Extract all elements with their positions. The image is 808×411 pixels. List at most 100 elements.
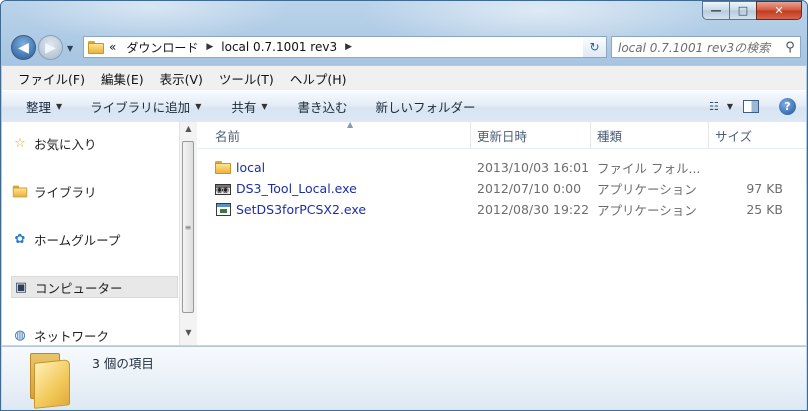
navigation-scrollbar[interactable]: ▲ ≡ ▼	[179, 122, 197, 345]
breadcrumb-current-folder[interactable]: local 0.7.1001 rev3	[216, 37, 342, 57]
star-icon: ☆	[14, 135, 26, 151]
file-size: 97 KB	[746, 181, 783, 196]
scroll-down-icon[interactable]: ▼	[180, 328, 197, 343]
scroll-up-icon[interactable]: ▲	[180, 124, 197, 139]
column-header-date[interactable]: 更新日時	[471, 122, 591, 148]
forward-button[interactable]: ▶	[38, 35, 63, 60]
minimize-button[interactable]: —	[702, 1, 729, 20]
explorer-window: — □ ✕ ◀ ▶ ▼ « ダウンロード ▶ local 0.7.1001 re…	[0, 0, 808, 411]
nav-item-homegroup[interactable]: ✿ ホームグループ	[12, 228, 174, 250]
nav-item-favorites[interactable]: ☆ お気に入り	[12, 132, 174, 154]
close-button[interactable]: ✕	[756, 1, 802, 20]
maximize-button[interactable]: □	[729, 1, 756, 20]
menu-edit[interactable]: 編集(E)	[93, 69, 152, 88]
address-row: ◀ ▶ ▼ « ダウンロード ▶ local 0.7.1001 rev3 ▶ ▼…	[9, 34, 801, 62]
file-row[interactable]: DS3_Tool_Local.exe 2012/07/10 0:00 アプリケー…	[197, 178, 797, 199]
nav-item-label: ホームグループ	[34, 232, 121, 248]
burn-label: 書き込む	[297, 100, 348, 115]
menu-view[interactable]: 表示(V)	[152, 69, 211, 88]
file-date: 2013/10/03 16:01	[477, 160, 590, 175]
file-name[interactable]: local	[215, 157, 265, 178]
chevron-down-icon: ▼	[261, 102, 268, 111]
file-name[interactable]: DS3_Tool_Local.exe	[215, 178, 357, 199]
computer-icon: ▣	[14, 279, 28, 295]
search-input[interactable]: local 0.7.1001 rev3の検索	[612, 39, 780, 56]
folder-icon	[215, 160, 231, 176]
nav-item-network[interactable]: ◍ ネットワーク	[12, 324, 174, 346]
file-type: アプリケーション	[597, 203, 697, 218]
file-list: 名前 ▲ 更新日時 種類 サイズ local 2013/10/03 16:01 …	[197, 120, 806, 345]
item-count: 3 個の項目	[92, 356, 154, 371]
nav-item-label: コンピューター	[35, 280, 123, 296]
organize-label: 整理	[26, 100, 52, 115]
file-date: 2012/07/10 0:00	[477, 181, 582, 196]
burn-button[interactable]: 書き込む	[280, 91, 360, 122]
change-view-button[interactable]: ☷ ▼	[709, 100, 733, 113]
chevron-right-icon[interactable]: ▶	[203, 42, 216, 52]
refresh-button[interactable]: ↻	[583, 36, 607, 58]
search-icon[interactable]: ⚲	[780, 40, 800, 55]
menu-file[interactable]: ファイル(F)	[10, 69, 93, 88]
help-icon[interactable]: ?	[779, 98, 796, 115]
address-bar[interactable]: « ダウンロード ▶ local 0.7.1001 rev3 ▶ ▼	[83, 36, 605, 58]
file-name-text: SetDS3forPCSX2.exe	[236, 202, 367, 217]
chevron-right-icon[interactable]: ▶	[342, 42, 355, 52]
gear-app-icon	[215, 181, 231, 197]
file-name-text: local	[236, 160, 266, 175]
column-label: 更新日時	[477, 128, 528, 144]
file-row[interactable]: local 2013/10/03 16:01 ファイル フォル...	[197, 157, 797, 178]
nav-item-label: お気に入り	[34, 136, 97, 152]
column-label: サイズ	[715, 128, 753, 144]
details-pane: 3 個の項目	[2, 346, 806, 410]
scrollbar-thumb[interactable]: ≡	[182, 141, 194, 313]
content-area: ☆ お気に入り ライブラリ ✿ ホームグループ ▣ コンピューター ◍ ネットワ…	[2, 120, 806, 345]
back-button[interactable]: ◀	[11, 35, 36, 60]
file-type: アプリケーション	[597, 182, 697, 197]
network-icon: ◍	[14, 327, 26, 343]
arrow-right-icon: ▶	[45, 39, 56, 56]
file-name-text: DS3_Tool_Local.exe	[236, 181, 357, 196]
include-in-library-button[interactable]: ライブラリに追加 ▼	[74, 91, 213, 122]
recent-pages-dropdown[interactable]: ▼	[67, 44, 73, 53]
include-in-library-label: ライブラリに追加	[90, 100, 191, 115]
nav-item-label: ライブラリ	[34, 184, 97, 200]
breadcrumb-downloads[interactable]: ダウンロード	[121, 37, 203, 57]
column-label: 種類	[597, 128, 623, 144]
chevron-down-icon: ▼	[56, 102, 63, 111]
column-header-type[interactable]: 種類	[591, 122, 709, 148]
command-bar: 整理 ▼ ライブラリに追加 ▼ 共有 ▼ 書き込む 新しいフォルダー ☷ ▼ ?	[2, 90, 806, 123]
organize-button[interactable]: 整理 ▼	[2, 91, 74, 122]
share-button[interactable]: 共有 ▼	[213, 91, 279, 122]
navigation-pane: ☆ お気に入り ライブラリ ✿ ホームグループ ▣ コンピューター ◍ ネットワ…	[2, 122, 179, 345]
breadcrumb-overflow[interactable]: «	[104, 37, 121, 57]
menu-help[interactable]: ヘルプ(H)	[282, 69, 355, 88]
preview-pane-icon[interactable]	[743, 100, 759, 113]
chevron-down-icon: ▼	[726, 102, 733, 111]
folder-icon	[24, 353, 70, 409]
homegroup-icon: ✿	[14, 231, 26, 247]
file-size	[717, 157, 783, 178]
column-header-size[interactable]: サイズ	[709, 122, 789, 148]
nav-item-computer[interactable]: ▣ コンピューター	[11, 276, 178, 298]
search-box[interactable]: local 0.7.1001 rev3の検索 ⚲	[611, 36, 801, 58]
share-label: 共有	[231, 100, 257, 115]
window-controls: — □ ✕	[702, 1, 802, 20]
file-row[interactable]: SetDS3forPCSX2.exe 2012/08/30 19:22 アプリケ…	[197, 199, 797, 220]
refresh-icon: ↻	[589, 40, 600, 54]
file-size: 25 KB	[746, 202, 783, 217]
navigation-buttons: ◀ ▶ ▼	[11, 35, 81, 61]
nav-item-libraries[interactable]: ライブラリ	[12, 180, 174, 202]
app-window-icon	[215, 202, 231, 218]
arrow-left-icon: ◀	[18, 39, 29, 56]
new-folder-label: 新しいフォルダー	[375, 100, 476, 115]
nav-item-label: ネットワーク	[34, 328, 110, 344]
folder-icon	[88, 40, 104, 54]
new-folder-button[interactable]: 新しいフォルダー	[360, 91, 488, 122]
menu-bar: ファイル(F) 編集(E) 表示(V) ツール(T) ヘルプ(H)	[2, 65, 806, 90]
menu-tools[interactable]: ツール(T)	[211, 69, 282, 88]
file-date: 2012/08/30 19:22	[477, 202, 590, 217]
file-name[interactable]: SetDS3forPCSX2.exe	[215, 199, 366, 220]
column-header-name[interactable]: 名前 ▲	[209, 120, 471, 148]
file-type: ファイル フォル...	[597, 161, 701, 176]
sort-ascending-icon: ▲	[347, 120, 354, 129]
